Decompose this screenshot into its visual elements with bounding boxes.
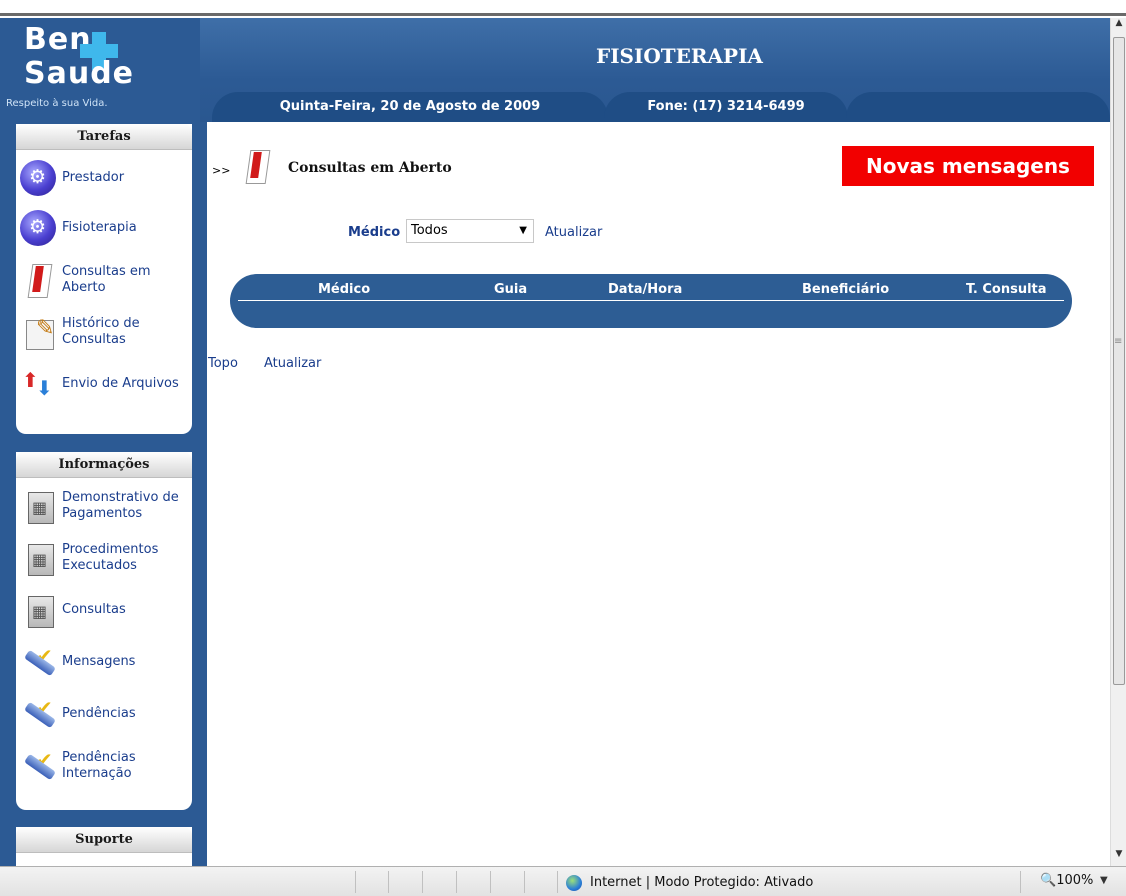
date-tab: Quinta-Feira, 20 de Agosto de 2009 (212, 92, 608, 122)
sidebar-item-label: Pendências (62, 706, 136, 721)
column-header-medico[interactable]: Médico (318, 282, 370, 297)
book-icon (20, 262, 56, 298)
sidebar-item-pendencias[interactable]: Pendências (16, 692, 192, 736)
upload-arrows-icon (20, 366, 56, 402)
doctor-select-value: Todos (411, 223, 448, 238)
site-header: Ben Saude Respeito à sua Vida. FISIOTERA… (0, 18, 1110, 122)
scrollbar-grip-icon: ≡ (1114, 336, 1123, 347)
sidebar-item-label: Consultas (62, 602, 126, 617)
sidebar-item-mensagens[interactable]: Mensagens (16, 640, 192, 684)
sidebar-item-label: Envio de Arquivos (62, 376, 179, 391)
status-divider (1020, 871, 1021, 893)
logo-text-saude: Saude (24, 56, 135, 91)
book-icon (238, 148, 272, 184)
refresh-link[interactable]: Atualizar (545, 225, 602, 240)
sidebar-item-envio-arquivos[interactable]: Envio de Arquivos (16, 362, 192, 406)
sidebar-section-informacoes: Informações Demonstrativo de Pagamentos … (16, 452, 192, 810)
doctor-filter-label: Médico (348, 225, 401, 240)
section-title-informacoes: Informações (16, 452, 192, 478)
scroll-up-icon[interactable]: ▲ (1111, 18, 1126, 35)
logo-tagline: Respeito à sua Vida. (6, 98, 108, 109)
empty-tab (846, 92, 1110, 122)
calculator-icon (20, 540, 56, 576)
calculator-icon (20, 592, 56, 628)
zoom-dropdown-icon[interactable]: ▼ (1100, 875, 1108, 886)
sidebar: Tarefas Prestador Fisioterapia Consultas… (0, 122, 207, 866)
sidebar-item-label: Pendências Internação (62, 750, 136, 781)
browser-status-bar: Internet | Modo Protegido: Ativado 🔍100%… (0, 866, 1126, 896)
breadcrumb-arrow: >> (212, 164, 231, 177)
calculator-icon (20, 488, 56, 524)
page-title: Consultas em Aberto (288, 160, 452, 176)
sidebar-item-label: Histórico de Consultas (62, 316, 140, 347)
appointments-table: Médico Guia Data/Hora Beneficiário T. Co… (230, 274, 1072, 328)
tools-check-icon (20, 696, 56, 732)
column-header-data-hora[interactable]: Data/Hora (608, 282, 682, 297)
zoom-value: 100% (1056, 873, 1094, 888)
notepad-icon (20, 314, 56, 350)
tools-check-icon (20, 748, 56, 784)
doctor-select[interactable]: Todos ▼ (406, 219, 534, 243)
status-divider (490, 871, 491, 893)
section-title-suporte: Suporte (16, 827, 192, 853)
tools-check-icon (20, 644, 56, 680)
scrollbar-thumb[interactable] (1113, 37, 1125, 685)
new-messages-button[interactable]: Novas mensagens (842, 146, 1094, 186)
sidebar-item-label: Consultas em Aberto (62, 264, 151, 295)
sidebar-item-procedimentos[interactable]: Procedimentos Executados (16, 536, 192, 580)
refresh-link-bottom[interactable]: Atualizar (264, 356, 321, 371)
column-header-guia[interactable]: Guia (494, 282, 527, 297)
sidebar-item-fisioterapia[interactable]: Fisioterapia (16, 206, 192, 250)
status-divider (557, 871, 558, 893)
sidebar-item-pendencias-internacao[interactable]: Pendências Internação (16, 744, 192, 788)
page-viewport: Ben Saude Respeito à sua Vida. FISIOTERA… (0, 18, 1110, 866)
sidebar-item-prestador[interactable]: Prestador (16, 156, 192, 200)
internet-zone-icon (566, 875, 582, 891)
table-header-divider (238, 300, 1064, 301)
sidebar-section-tarefas: Tarefas Prestador Fisioterapia Consultas… (16, 124, 192, 434)
sidebar-item-label: Demonstrativo de Pagamentos (62, 490, 179, 521)
top-link[interactable]: Topo (208, 356, 238, 371)
sidebar-item-historico[interactable]: Histórico de Consultas (16, 310, 192, 354)
globe-gear-icon (20, 160, 56, 196)
status-divider (388, 871, 389, 893)
sidebar-item-consultas[interactable]: Consultas (16, 588, 192, 632)
sidebar-item-label: Prestador (62, 170, 125, 185)
page-header-title: FISIOTERAPIA (596, 44, 763, 68)
status-divider (422, 871, 423, 893)
column-header-tipo-consulta[interactable]: T. Consulta (966, 282, 1047, 297)
phone-tab: Fone: (17) 3214-6499 (604, 92, 848, 122)
sidebar-item-label: Fisioterapia (62, 220, 137, 235)
scroll-down-icon[interactable]: ▼ (1111, 849, 1126, 866)
vertical-scrollbar[interactable]: ▲ ≡ ▼ (1110, 18, 1126, 866)
site-logo: Ben Saude Respeito à sua Vida. (0, 18, 200, 122)
section-title-tarefas: Tarefas (16, 124, 192, 150)
zoom-level[interactable]: 🔍100% (1040, 873, 1093, 888)
security-zone-text[interactable]: Internet | Modo Protegido: Ativado (590, 875, 813, 890)
sidebar-item-label: Procedimentos Executados (62, 542, 159, 573)
sidebar-item-label: Mensagens (62, 654, 136, 669)
browser-top-edge (0, 0, 1126, 16)
chevron-down-icon: ▼ (519, 225, 527, 236)
sidebar-section-suporte: Suporte (16, 827, 192, 866)
status-divider (355, 871, 356, 893)
sidebar-item-consultas-em-aberto[interactable]: Consultas em Aberto (16, 258, 192, 302)
column-header-beneficiario[interactable]: Beneficiário (802, 282, 889, 297)
sidebar-item-demonstrativo[interactable]: Demonstrativo de Pagamentos (16, 484, 192, 528)
status-divider (456, 871, 457, 893)
status-divider (524, 871, 525, 893)
globe-gear-icon (20, 210, 56, 246)
